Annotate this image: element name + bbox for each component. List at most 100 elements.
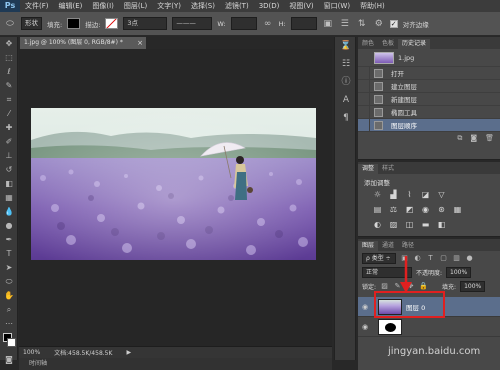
document-tab[interactable]: 1.jpg @ 100% (图层 0, RGB/8#) * ×	[20, 37, 146, 49]
adjustment-filter-icon[interactable]: ◐	[413, 254, 422, 263]
hand-tool-icon[interactable]: ✋	[0, 289, 18, 303]
layer-kind-filter[interactable]: ρ 类型 ÷	[362, 252, 396, 264]
type-tool-icon[interactable]: T	[0, 247, 18, 261]
clone-stamp-tool-icon[interactable]: ⊥	[0, 149, 18, 163]
ellipse-tool-preset-icon[interactable]: ⬭	[4, 18, 16, 30]
new-document-from-state-icon[interactable]: ⧉	[457, 134, 462, 143]
menu-window[interactable]: 窗口(W)	[319, 0, 355, 12]
levels-icon[interactable]: ▟	[388, 189, 399, 200]
blur-tool-icon[interactable]: 💧	[0, 205, 18, 219]
tab-adjustments[interactable]: 调整	[358, 164, 379, 174]
stroke-size-field[interactable]: 3点	[123, 17, 168, 30]
black-white-icon[interactable]: ◩	[404, 204, 415, 215]
type-filter-icon[interactable]: T	[426, 254, 435, 263]
stroke-color-swatch[interactable]	[105, 18, 119, 29]
history-item-new-layer[interactable]: 新建图层	[358, 92, 500, 106]
dodge-tool-icon[interactable]: ●	[0, 219, 18, 233]
menu-help[interactable]: 帮助(H)	[355, 0, 390, 12]
invert-icon[interactable]: ◐	[372, 219, 383, 230]
gradient-map-icon[interactable]: ▬	[420, 219, 431, 230]
exposure-icon[interactable]: ◪	[420, 189, 431, 200]
path-select-tool-icon[interactable]: ➤	[0, 261, 18, 275]
tab-layers[interactable]: 图层	[358, 241, 379, 251]
stroke-style-select[interactable]: ———	[172, 17, 213, 30]
selective-color-icon[interactable]: ◧	[436, 219, 447, 230]
channel-mixer-icon[interactable]: ⊛	[436, 204, 447, 215]
color-balance-icon[interactable]: ⚖	[388, 204, 399, 215]
eyedropper-tool-icon[interactable]: ⁄	[0, 107, 18, 121]
path-alignment-icon[interactable]: ☰	[339, 18, 351, 30]
tab-history[interactable]: 历史记录	[398, 39, 431, 49]
brush-tool-icon[interactable]: ✐	[0, 135, 18, 149]
zoom-level[interactable]: 100%	[23, 349, 40, 356]
photo-filter-icon[interactable]: ◉	[420, 204, 431, 215]
lock-all-icon[interactable]: 🔒	[419, 282, 428, 291]
smart-object-filter-icon[interactable]: ▥	[452, 254, 461, 263]
quick-mask-icon[interactable]: ◙	[0, 353, 18, 367]
healing-brush-tool-icon[interactable]: ✚	[0, 121, 18, 135]
menu-select[interactable]: 选择(S)	[186, 0, 220, 12]
menu-type[interactable]: 文字(Y)	[152, 0, 186, 12]
timeline-tab[interactable]: 时间轴	[19, 358, 332, 370]
color-swatches-icon[interactable]	[0, 331, 18, 353]
height-field[interactable]	[290, 17, 317, 30]
history-snapshot[interactable]: 1.jpg	[358, 49, 500, 67]
menu-filter[interactable]: 滤镜(T)	[220, 0, 254, 12]
character-panel-icon[interactable]: A	[335, 91, 357, 109]
menu-file[interactable]: 文件(F)	[20, 0, 54, 12]
history-item-create-layer[interactable]: 建立图层	[358, 79, 500, 93]
history-item-ellipse-tool[interactable]: 椭圆工具	[358, 105, 500, 119]
trash-icon[interactable]: 🗑	[485, 134, 494, 142]
menu-edit[interactable]: 编辑(E)	[54, 0, 88, 12]
filter-toggle-icon[interactable]: ●	[465, 254, 474, 263]
curves-icon[interactable]: ⌇	[404, 189, 415, 200]
info-panel-icon[interactable]: ⓘ	[335, 73, 357, 91]
properties-panel-icon[interactable]: ☷	[335, 55, 357, 73]
link-icon[interactable]: ∞	[262, 18, 274, 30]
pen-tool-icon[interactable]: ✒	[0, 233, 18, 247]
marquee-tool-icon[interactable]: ⬚	[0, 51, 18, 65]
width-field[interactable]	[230, 17, 257, 30]
opacity-field[interactable]: 100%	[446, 266, 472, 278]
posterize-icon[interactable]: ▨	[388, 219, 399, 230]
paragraph-panel-icon[interactable]: ¶	[335, 109, 357, 127]
threshold-icon[interactable]: ◫	[404, 219, 415, 230]
shape-filter-icon[interactable]: ▢	[439, 254, 448, 263]
vibrance-icon[interactable]: ▽	[436, 189, 447, 200]
menu-view[interactable]: 视图(V)	[284, 0, 318, 12]
fill-color-swatch[interactable]	[67, 18, 81, 29]
eraser-tool-icon[interactable]: ◧	[0, 177, 18, 191]
quick-select-tool-icon[interactable]: ✎	[0, 79, 18, 93]
gear-icon[interactable]: ⚙	[373, 18, 385, 30]
history-brush-tool-icon[interactable]: ↺	[0, 163, 18, 177]
close-icon[interactable]: ×	[137, 37, 143, 49]
more-tools-icon[interactable]: ⋯	[0, 317, 18, 331]
ellipse-tool-icon[interactable]: ⬭	[0, 275, 18, 289]
color-lookup-icon[interactable]: ▦	[452, 204, 463, 215]
hue-saturation-icon[interactable]: ▤	[372, 204, 383, 215]
path-operations-icon[interactable]: ▣	[322, 18, 334, 30]
history-panel-icon[interactable]: ⌛	[335, 37, 357, 55]
shape-mode-select[interactable]: 形状	[21, 17, 42, 30]
tab-paths[interactable]: 路径	[398, 241, 418, 251]
path-arrangement-icon[interactable]: ⇅	[356, 18, 368, 30]
move-tool-icon[interactable]: ✥	[0, 37, 18, 51]
eye-icon[interactable]: ◉	[358, 323, 372, 331]
zoom-tool-icon[interactable]: ⌕	[0, 303, 18, 317]
eye-icon[interactable]: ◉	[358, 303, 372, 311]
menu-layer[interactable]: 图层(L)	[119, 0, 152, 12]
history-item-open[interactable]: 打开	[358, 66, 500, 80]
lasso-tool-icon[interactable]: ℓ	[0, 65, 18, 79]
menu-image[interactable]: 图像(I)	[87, 0, 119, 12]
tab-styles[interactable]: 样式	[378, 164, 398, 174]
gradient-tool-icon[interactable]: ▦	[0, 191, 18, 205]
lock-transparency-icon[interactable]: ▨	[380, 282, 389, 291]
history-item-layer-order[interactable]: 图层顺序	[358, 118, 500, 132]
status-menu-arrow-icon[interactable]: ▶	[126, 349, 131, 356]
camera-snapshot-icon[interactable]: ◙	[470, 134, 477, 142]
align-edges-checkbox[interactable]: ✓	[389, 19, 398, 28]
layer-row-ellipse[interactable]: ◉	[358, 317, 500, 337]
menu-3d[interactable]: 3D(D)	[254, 0, 285, 12]
fill-field[interactable]: 100%	[460, 280, 486, 292]
tab-swatches[interactable]: 色板	[378, 39, 398, 49]
